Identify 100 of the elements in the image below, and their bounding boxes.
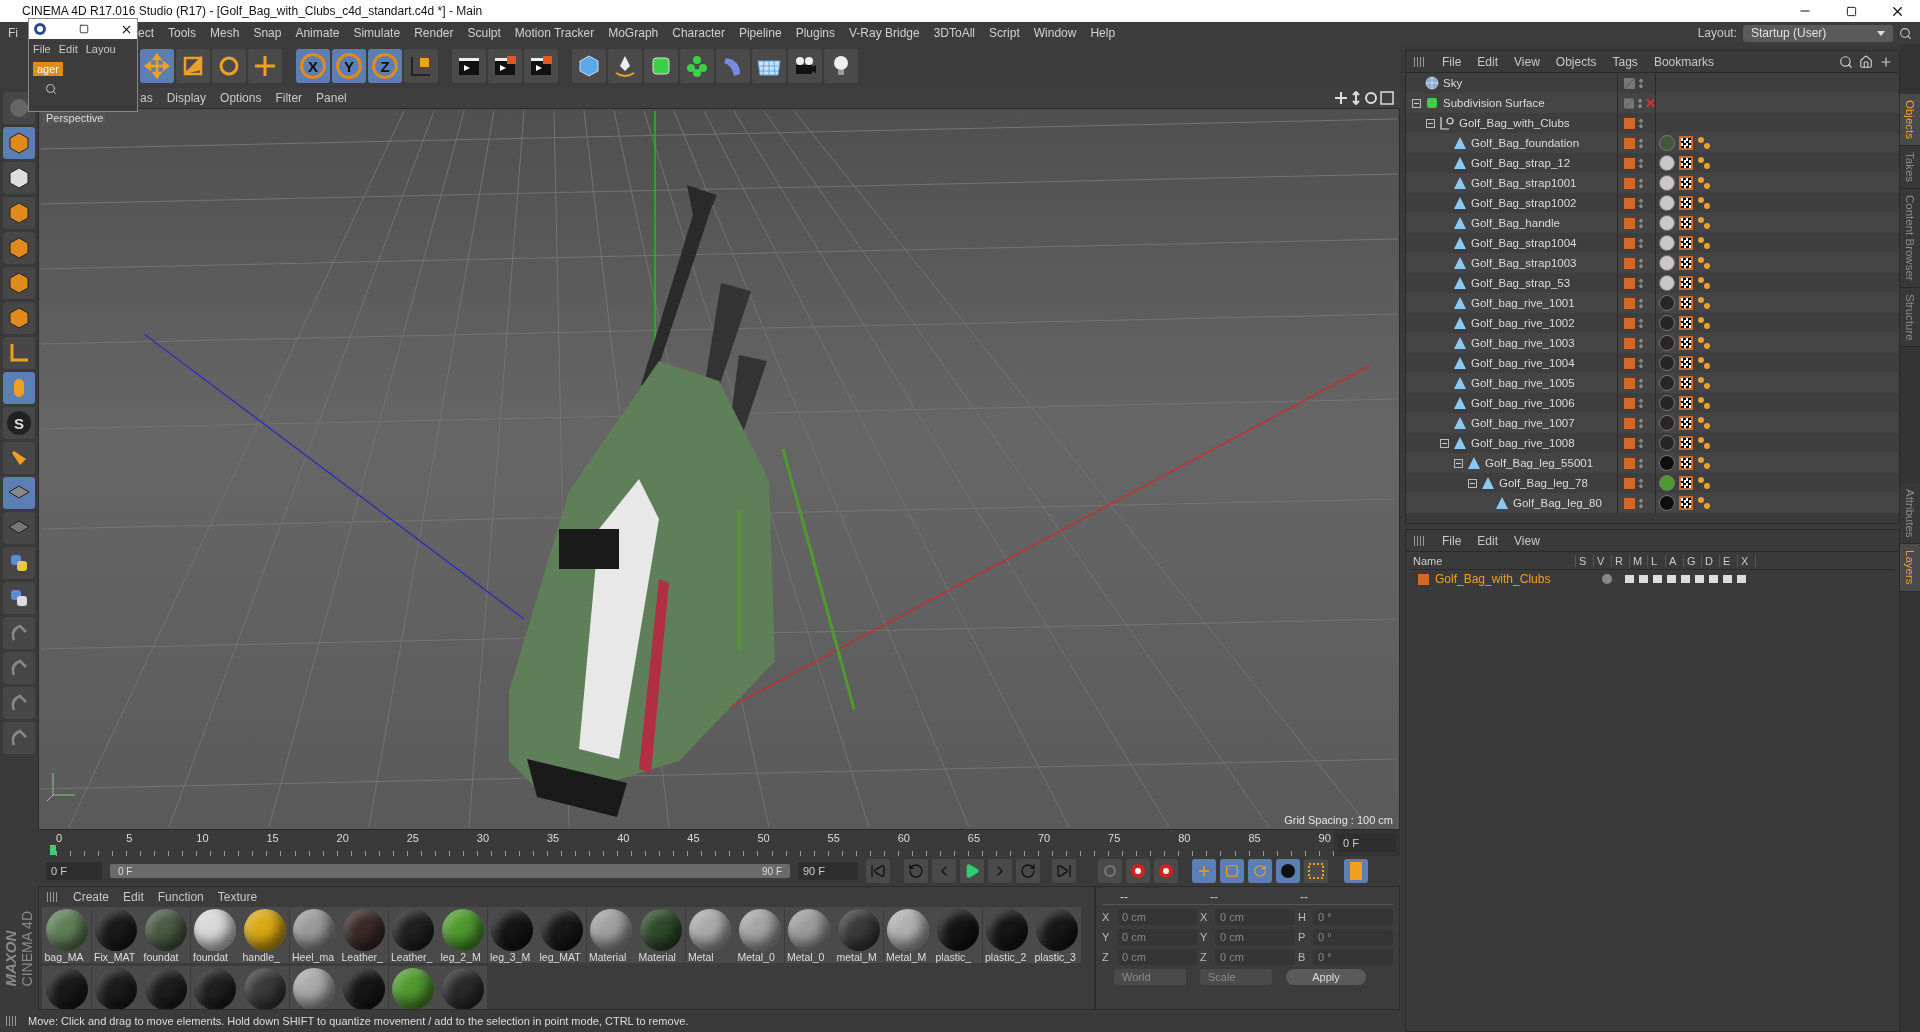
texture-tag-icon[interactable] — [1679, 416, 1693, 430]
menu-item[interactable]: Edit — [123, 889, 144, 904]
key-points-button[interactable] — [1304, 859, 1328, 883]
render-picture-button[interactable] — [488, 49, 522, 83]
material-tag[interactable] — [1659, 355, 1675, 371]
object-name[interactable]: Golf_Bag_with_Clubs — [1459, 117, 1570, 129]
object-name[interactable]: Golf_Bag_strap_12 — [1471, 157, 1571, 169]
search-icon[interactable] — [1899, 26, 1912, 40]
layer-name[interactable]: Golf_Bag_with_Clubs — [1435, 572, 1595, 586]
texture-tag-icon[interactable] — [1679, 296, 1693, 310]
visibility-dots-icon[interactable] — [1639, 417, 1643, 429]
material-tag[interactable] — [1659, 415, 1675, 431]
visibility-dots-icon[interactable] — [1639, 277, 1643, 289]
menu-item[interactable]: Window — [1033, 26, 1085, 40]
rotation-field[interactable]: 0 ° — [1313, 949, 1393, 965]
texture-tag-icon[interactable] — [1679, 236, 1693, 250]
layout-dropdown[interactable]: Startup (User) — [1743, 24, 1893, 42]
rotation-field[interactable]: 0 ° — [1313, 929, 1393, 945]
visibility-dots-icon[interactable] — [1639, 77, 1643, 89]
menu-item[interactable]: Animate — [295, 26, 348, 40]
object-name[interactable]: Golf_Bag_leg_55001 — [1485, 457, 1594, 469]
uvw-tag-icon[interactable] — [1697, 316, 1711, 330]
side-tab[interactable]: Objects — [1900, 94, 1920, 146]
object-name[interactable]: Golf_Bag_leg_78 — [1499, 477, 1588, 489]
material-tag[interactable] — [1659, 235, 1675, 251]
camera-button[interactable] — [788, 49, 822, 83]
visibility-dots-icon[interactable] — [1639, 257, 1643, 269]
uvw-tag-icon[interactable] — [1697, 256, 1711, 270]
home-icon[interactable] — [1859, 54, 1873, 69]
material-swatch[interactable]: metal_M — [834, 906, 883, 963]
texture-tag-icon[interactable] — [1679, 456, 1693, 470]
menu-item[interactable]: Motion Tracker — [514, 26, 603, 40]
end-frame-field[interactable]: 90 F — [798, 862, 858, 880]
cloner-button[interactable] — [680, 49, 714, 83]
menu-item[interactable]: Sculpt — [467, 26, 509, 40]
material-tag[interactable] — [1659, 315, 1675, 331]
object-name[interactable]: Golf_Bag_strap1004 — [1471, 237, 1577, 249]
visibility-dots-icon[interactable] — [1639, 217, 1643, 229]
size-field[interactable]: 0 cm — [1215, 949, 1295, 965]
coordinate-system-button[interactable] — [404, 49, 438, 83]
material-tag[interactable] — [1659, 215, 1675, 231]
visibility-dots-icon[interactable] — [1639, 157, 1643, 169]
uvw-tag-icon[interactable] — [1697, 216, 1711, 230]
cube-object-button[interactable] — [572, 49, 606, 83]
material-swatch[interactable]: Leather_ — [388, 906, 438, 963]
menu-item[interactable]: Tools — [168, 26, 205, 40]
uvw-tag-icon[interactable] — [1697, 436, 1711, 450]
menu-item[interactable]: View — [1514, 54, 1540, 69]
material-tag[interactable] — [1659, 175, 1675, 191]
material-tag[interactable] — [1659, 155, 1675, 171]
collapse-toggle[interactable] — [1440, 438, 1449, 448]
menu-item[interactable]: Fi — [8, 26, 26, 40]
menu-item[interactable]: Layou — [85, 43, 116, 55]
texture-tag-icon[interactable] — [1679, 156, 1693, 170]
material-swatch[interactable]: bag_MA — [42, 906, 91, 963]
texture-tag-icon[interactable] — [1679, 356, 1693, 370]
size-field[interactable]: 0 cm — [1215, 909, 1295, 925]
menu-item[interactable]: Simulate — [353, 26, 409, 40]
object-name[interactable]: Golf_bag_rive_1008 — [1471, 437, 1575, 449]
texture-tag-icon[interactable] — [1679, 396, 1693, 410]
material-swatch[interactable]: handle_ — [240, 906, 289, 963]
material-tag[interactable] — [1659, 375, 1675, 391]
menu-item[interactable]: Tags — [1612, 54, 1638, 69]
menu-item[interactable]: MoGraph — [608, 26, 667, 40]
texture-tag-icon[interactable] — [1679, 336, 1693, 350]
python-button[interactable] — [3, 547, 35, 579]
script-button[interactable] — [3, 722, 35, 754]
magnet-button[interactable] — [3, 442, 35, 474]
menu-item[interactable]: Snap — [253, 26, 290, 40]
texture-tag-icon[interactable] — [1679, 256, 1693, 270]
collapse-toggle[interactable] — [1426, 118, 1435, 128]
visibility-dots-icon[interactable] — [1639, 377, 1643, 389]
visibility-dots-icon[interactable] — [1639, 397, 1643, 409]
menu-item[interactable]: Display — [166, 91, 207, 105]
object-name[interactable]: Golf_Bag_strap1003 — [1471, 257, 1577, 269]
mode-button[interactable] — [3, 162, 35, 194]
menu-item[interactable]: Mesh — [210, 26, 248, 40]
object-name[interactable]: Subdivision Surface — [1443, 97, 1545, 109]
uvw-tag-icon[interactable] — [1697, 416, 1711, 430]
material-tag[interactable] — [1659, 455, 1675, 471]
visibility-dots-icon[interactable] — [1639, 317, 1643, 329]
script-button[interactable] — [3, 652, 35, 684]
material-swatch[interactable]: Material — [586, 906, 636, 963]
position-field[interactable]: 0 cm — [1117, 949, 1197, 965]
material-swatch[interactable]: Heel_ma — [289, 906, 339, 963]
object-name[interactable]: Golf_bag_rive_1003 — [1471, 337, 1575, 349]
material-tag[interactable] — [1659, 195, 1675, 211]
material-swatch[interactable]: leg_MAT — [537, 906, 586, 963]
collapse-toggle[interactable] — [1412, 98, 1421, 108]
object-name[interactable]: Golf_Bag_strap1001 — [1471, 177, 1577, 189]
uvw-tag-icon[interactable] — [1697, 396, 1711, 410]
material-tag[interactable] — [1659, 255, 1675, 271]
timeline-button[interactable] — [1344, 859, 1368, 883]
apply-button[interactable]: Apply — [1286, 969, 1366, 985]
texture-tag-icon[interactable] — [1679, 476, 1693, 490]
object-name[interactable]: Golf_Bag_foundation — [1471, 137, 1580, 149]
menu-item[interactable]: Script — [989, 26, 1028, 40]
transform-tool-button[interactable] — [248, 49, 282, 83]
material-swatch[interactable]: foundat — [141, 906, 190, 963]
material-swatch[interactable]: plastic_ — [933, 906, 982, 963]
